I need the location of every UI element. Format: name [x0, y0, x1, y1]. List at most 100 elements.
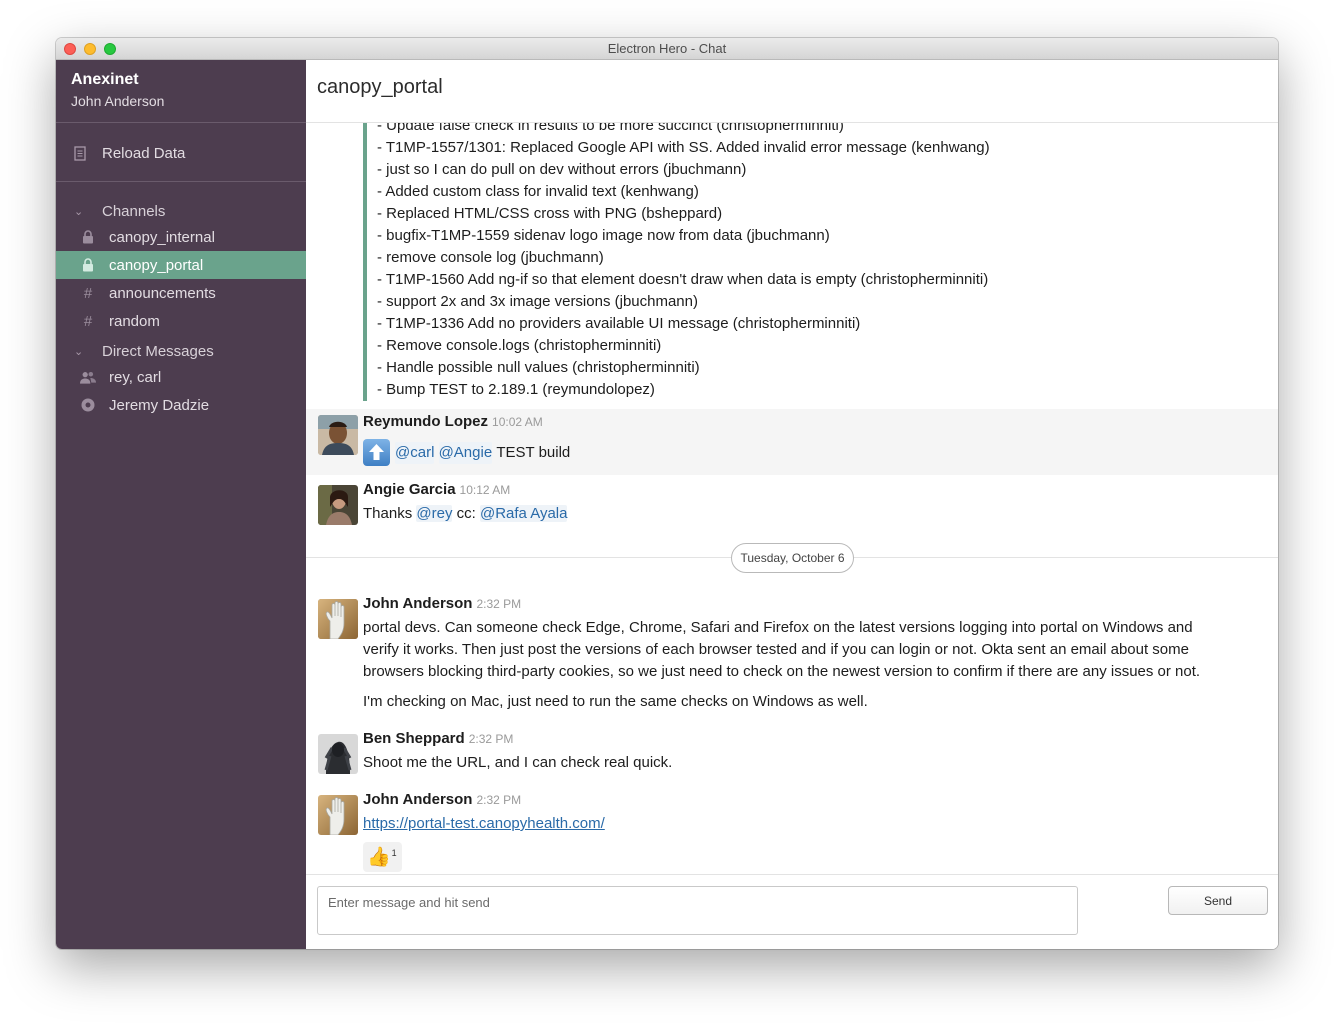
mention-link[interactable]: @carl	[395, 441, 435, 464]
main-panel: canopy_portal - Update false check in re…	[306, 60, 1278, 949]
message-author[interactable]: Reymundo Lopez	[363, 413, 488, 430]
message-text: Thanks	[363, 505, 413, 522]
sidebar-item-random[interactable]: # random	[56, 307, 306, 335]
message-author[interactable]: John Anderson	[363, 595, 472, 612]
message-item: Angie Garcia 10:12 AM Thanks @rey cc: @Ra…	[306, 479, 1278, 539]
mention-link[interactable]: @rey	[416, 505, 453, 522]
message-timestamp: 2:32 PM	[476, 597, 522, 611]
direct-messages-section-toggle[interactable]: ⌄ Direct Messages	[74, 341, 214, 361]
changelog-line: - Handle possible null values (christoph…	[377, 359, 700, 376]
message-item: Ben Sheppard 2:32 PM Shoot me the URL, an…	[306, 728, 1278, 784]
avatar[interactable]	[318, 795, 358, 835]
channel-title: canopy_portal	[306, 60, 1278, 123]
thumbs-up-icon: 👍	[367, 847, 391, 868]
channel-label: announcements	[109, 284, 216, 302]
app-window: Electron Hero - Chat Anexinet John Ander…	[56, 38, 1278, 949]
changelog-line: - Replaced HTML/CSS cross with PNG (bshe…	[377, 205, 723, 222]
changelog-line: - T1MP-1560 Add ng-if so that element do…	[377, 271, 989, 288]
title-bar: Electron Hero - Chat	[56, 38, 1278, 60]
message-header: Reymundo Lopez 10:02 AM	[363, 413, 543, 430]
changelog-line: - bugfix-T1MP-1559 sidenav logo image no…	[377, 227, 830, 244]
avatar[interactable]	[318, 485, 358, 525]
message-body: @carl @Angie TEST build	[363, 439, 1223, 466]
message-body: Thanks @rey cc: @Rafa Ayala	[363, 503, 1223, 525]
direct-messages-label: Direct Messages	[102, 342, 214, 360]
message-body: https://portal-test.canopyhealth.com/	[363, 813, 1223, 835]
reload-data-button[interactable]: Reload Data	[74, 143, 185, 163]
changelog-line: - support 2x and 3x image versions (jbuc…	[377, 293, 698, 310]
reaction-count: 1	[391, 848, 397, 858]
changelog-line: - T1MP-1557/1301: Replaced Google API wi…	[377, 139, 990, 156]
lock-icon	[80, 230, 96, 244]
message-list[interactable]: - Update false check in results to be mo…	[306, 123, 1278, 874]
dm-label: rey, carl	[109, 368, 162, 386]
message-header: John Anderson 2:32 PM	[363, 595, 521, 612]
message-text: I'm checking on Mac, just need to run th…	[363, 693, 868, 710]
message-text: TEST build	[496, 443, 571, 461]
avatar[interactable]	[318, 734, 358, 774]
message-author[interactable]: John Anderson	[363, 791, 472, 808]
sidebar: Anexinet John Anderson Reload Data ⌄ Cha…	[56, 60, 306, 949]
composer: Send	[306, 874, 1278, 949]
channel-label: canopy_internal	[109, 228, 215, 246]
changelog-line: - just so I can do pull on dev without e…	[377, 161, 747, 178]
people-icon	[80, 371, 96, 384]
sidebar-item-canopy-internal[interactable]: canopy_internal	[56, 223, 306, 251]
window-title: Electron Hero - Chat	[607, 41, 727, 56]
message-item: Reymundo Lopez 10:02 AM @carl @Angie TEST…	[306, 409, 1278, 475]
channels-section-toggle[interactable]: ⌄ Channels	[74, 201, 165, 221]
message-timestamp: 10:12 AM	[459, 483, 511, 497]
message-timestamp: 2:32 PM	[468, 732, 514, 746]
changelog-line: - Remove console.logs (christopherminnit…	[377, 337, 662, 354]
lock-icon	[80, 258, 96, 272]
changelog-line: - remove console log (jbuchmann)	[377, 249, 604, 266]
sidebar-item-rey-carl[interactable]: rey, carl	[56, 363, 306, 391]
message-author[interactable]: Angie Garcia	[363, 481, 456, 498]
channels-label: Channels	[102, 202, 166, 220]
sidebar-item-jeremy-dadzie[interactable]: Jeremy Dadzie	[56, 391, 306, 419]
close-window-button[interactable]	[64, 43, 76, 55]
sidebar-item-announcements[interactable]: # announcements	[56, 279, 306, 307]
message-input[interactable]	[317, 886, 1078, 935]
mention-link[interactable]: @Angie	[438, 441, 493, 464]
message-text: cc:	[456, 505, 476, 522]
avatar[interactable]	[318, 415, 358, 455]
changelog-line: - Bump TEST to 2.189.1 (reymundolopez)	[377, 381, 655, 398]
chevron-down-icon: ⌄	[74, 345, 84, 358]
mention-link[interactable]: @Rafa Ayala	[479, 505, 568, 522]
minimize-window-button[interactable]	[84, 43, 96, 55]
message-text: Shoot me the URL, and I can check real q…	[363, 754, 673, 771]
message-timestamp: 2:32 PM	[476, 793, 522, 807]
sidebar-divider	[56, 122, 306, 123]
reaction-thumbs-up[interactable]: 👍 1	[363, 842, 402, 872]
current-user-name: John Anderson	[71, 93, 165, 109]
channel-label: random	[109, 312, 160, 330]
changelog-line: - T1MP-1336 Add no providers available U…	[377, 315, 861, 332]
send-button[interactable]: Send	[1168, 886, 1268, 915]
sidebar-item-canopy-portal[interactable]: canopy_portal	[56, 251, 306, 279]
hash-icon: #	[83, 312, 93, 330]
changelog-quote: - Update false check in results to be mo…	[363, 123, 990, 401]
avatar[interactable]	[318, 599, 358, 639]
url-link[interactable]: https://portal-test.canopyhealth.com/	[363, 815, 605, 832]
hash-icon: #	[83, 284, 93, 302]
document-icon	[74, 145, 86, 161]
changelog-line: - Update false check in results to be mo…	[377, 123, 844, 134]
chevron-down-icon: ⌄	[74, 205, 84, 218]
channel-label: canopy_portal	[109, 256, 204, 274]
message-header: Angie Garcia 10:12 AM	[363, 481, 510, 498]
up-arrow-icon	[363, 439, 390, 466]
day-divider: Tuesday, October 6	[731, 543, 854, 573]
message-author[interactable]: Ben Sheppard	[363, 730, 465, 747]
reload-data-label: Reload Data	[102, 144, 186, 162]
dm-label: Jeremy Dadzie	[109, 396, 210, 414]
message-timestamp: 10:02 AM	[492, 415, 543, 429]
maximize-window-button[interactable]	[104, 43, 116, 55]
message-text: portal devs. Can someone check Edge, Chr…	[363, 619, 1201, 680]
presence-icon	[80, 398, 96, 412]
message-item: John Anderson 2:32 PM https://portal-test…	[306, 789, 1278, 874]
message-header: John Anderson 2:32 PM	[363, 791, 521, 808]
changelog-line: - Added custom class for invalid text (k…	[377, 183, 699, 200]
message-header: Ben Sheppard 2:32 PM	[363, 730, 513, 747]
sidebar-divider	[56, 181, 306, 182]
